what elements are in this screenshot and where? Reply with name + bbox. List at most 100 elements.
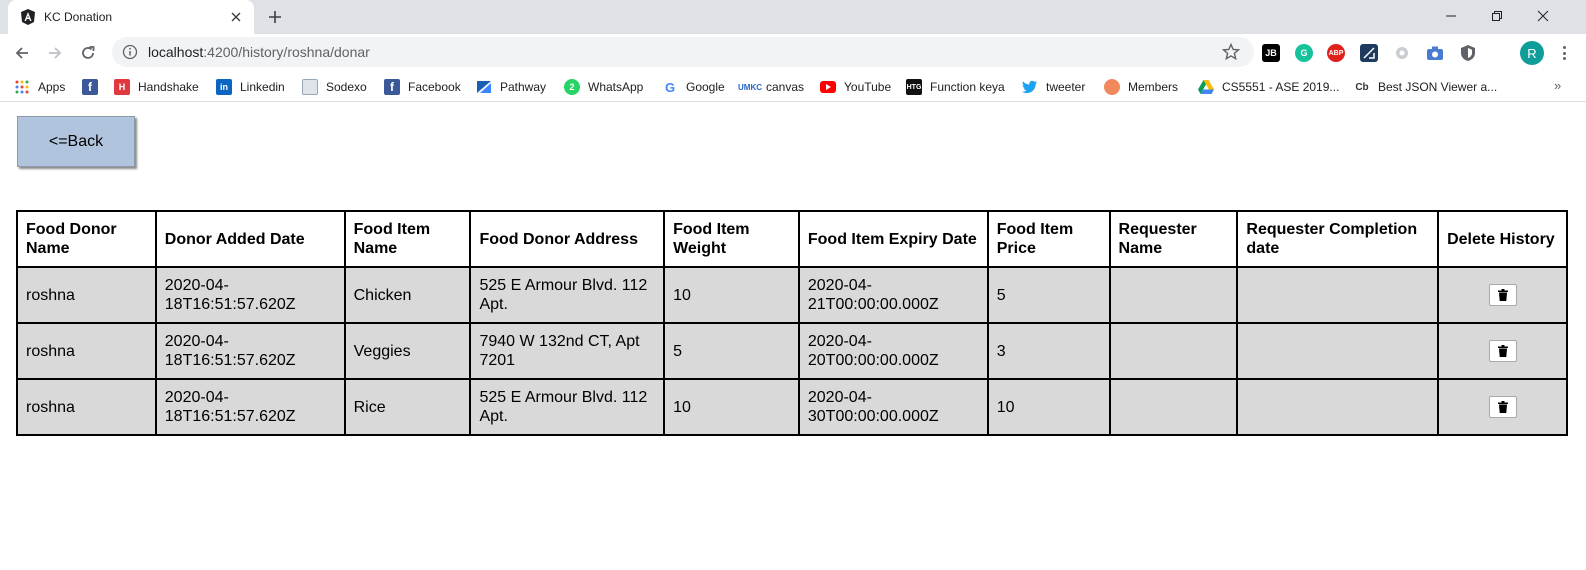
url-path: :4200/history/roshna/donar xyxy=(203,44,370,60)
bookmark-handshake[interactable]: H Handshake xyxy=(114,78,199,96)
cell-item-price: 5 xyxy=(986,266,1111,324)
umkc-icon: UMKC xyxy=(738,82,762,92)
bookmark-linkedin[interactable]: in Linkedin xyxy=(216,78,285,96)
back-button[interactable]: <=Back xyxy=(17,116,135,167)
reload-icon[interactable] xyxy=(78,43,98,63)
cell-requester-name xyxy=(1108,322,1239,380)
cell-item-name: Veggies xyxy=(343,322,472,380)
bookmark-label: WhatsApp xyxy=(588,80,644,94)
cell-item-weight: 5 xyxy=(663,322,800,380)
delete-history-button[interactable] xyxy=(1488,340,1517,362)
donation-history-table: Food Donor Name Donor Added Date Food It… xyxy=(16,210,1568,436)
bookmark-label: Linkedin xyxy=(240,80,285,94)
back-arrow-icon[interactable] xyxy=(12,43,32,63)
bookmark-label: Best JSON Viewer a... xyxy=(1378,80,1498,94)
delete-history-button[interactable] xyxy=(1488,396,1517,418)
address-bar[interactable]: localhost:4200/history/roshna/donar xyxy=(112,37,1254,67)
grammarly-extension-icon[interactable]: G xyxy=(1295,44,1313,62)
angular-logo-icon xyxy=(20,9,36,25)
facebook-icon: f xyxy=(384,79,400,95)
header-food-item-expiry-date: Food Item Expiry Date xyxy=(797,210,989,268)
forward-arrow-icon[interactable] xyxy=(45,43,65,63)
cell-donor-name: roshna xyxy=(16,322,157,380)
bookmark-label: Sodexo xyxy=(326,80,367,94)
header-delete-history: Delete History xyxy=(1437,210,1568,268)
cell-delete xyxy=(1437,378,1568,436)
minimize-icon[interactable] xyxy=(1428,0,1474,32)
bookmark-label: canvas xyxy=(766,80,805,94)
cell-requester-completion-date xyxy=(1236,266,1440,324)
adblock-plus-extension-icon[interactable]: ABP xyxy=(1327,44,1345,62)
google-drive-icon xyxy=(1198,79,1214,95)
cell-item-name: Rice xyxy=(343,378,472,436)
handshake-icon: H xyxy=(114,79,130,95)
cell-expiry-date: 2020-04-30T00:00:00.000Z xyxy=(797,378,989,436)
bookmark-label: Handshake xyxy=(138,80,199,94)
bookmark-facebook[interactable]: f Facebook xyxy=(384,78,461,96)
table-row: roshna 2020-04-18T16:51:57.620Z Veggies … xyxy=(16,322,1568,380)
cell-added-date: 2020-04-18T16:51:57.620Z xyxy=(154,378,346,436)
jetbrains-extension-icon[interactable]: JB xyxy=(1262,44,1280,62)
apps-grid-icon xyxy=(14,79,30,95)
bookmark-whatsapp[interactable]: 2 WhatsApp xyxy=(564,78,643,96)
restore-icon[interactable] xyxy=(1474,0,1520,32)
bookmark-cs5551[interactable]: CS5551 - ASE 2019... xyxy=(1198,78,1339,96)
document-icon xyxy=(302,79,318,95)
cell-requester-completion-date xyxy=(1236,378,1440,436)
bookmark-apps[interactable]: Apps xyxy=(14,78,65,96)
bookmark-label: Apps xyxy=(38,80,66,94)
cell-item-name: Chicken xyxy=(343,266,472,324)
trash-icon xyxy=(1497,345,1508,357)
bookmark-star-icon[interactable] xyxy=(1221,42,1241,61)
bookmark-json-viewer[interactable]: Cb Best JSON Viewer a... xyxy=(1354,78,1497,96)
header-donor-added-date: Donor Added Date xyxy=(154,210,346,268)
bookmarks-bar: Apps f H Handshake in Linkedin Sodexo f … xyxy=(0,72,1586,102)
cell-donor-name: roshna xyxy=(16,266,157,324)
bookmark-function-keya[interactable]: HTG Function keya xyxy=(906,78,1005,96)
trash-icon xyxy=(1497,401,1508,413)
cell-donor-address: 525 E Armour Blvd. 112 Apt. xyxy=(469,378,666,436)
bookmark-sodexo[interactable]: Sodexo xyxy=(302,78,367,96)
profile-avatar[interactable]: R xyxy=(1520,41,1544,65)
header-food-donor-name: Food Donor Name xyxy=(16,210,157,268)
screenshot-extension-icon[interactable] xyxy=(1360,44,1378,62)
bookmark-canvas[interactable]: UMKC canvas xyxy=(738,78,805,96)
htg-icon: HTG xyxy=(906,79,922,95)
new-tab-icon[interactable] xyxy=(266,8,284,26)
chevron-double-right-icon[interactable]: » xyxy=(1554,78,1561,93)
gear-extension-icon[interactable] xyxy=(1393,44,1411,62)
cell-donor-address: 525 E Armour Blvd. 112 Apt. xyxy=(469,266,666,324)
tab-strip: KC Donation xyxy=(0,0,1586,34)
bookmark-youtube[interactable]: YouTube xyxy=(820,78,891,96)
cell-added-date: 2020-04-18T16:51:57.620Z xyxy=(154,322,346,380)
delete-history-button[interactable] xyxy=(1488,284,1517,306)
browser-tab[interactable]: KC Donation xyxy=(8,0,254,34)
header-requester-name: Requester Name xyxy=(1108,210,1239,268)
close-tab-icon[interactable] xyxy=(228,9,244,25)
info-icon[interactable] xyxy=(122,44,138,60)
bookmark-pathway[interactable]: Pathway xyxy=(476,78,546,96)
cell-item-price: 10 xyxy=(986,378,1111,436)
close-window-icon[interactable] xyxy=(1520,0,1566,32)
browser-menu-icon[interactable] xyxy=(1556,43,1572,63)
cell-expiry-date: 2020-04-20T00:00:00.000Z xyxy=(797,322,989,380)
cell-item-weight: 10 xyxy=(663,378,800,436)
shield-extension-icon[interactable] xyxy=(1459,44,1477,62)
cell-expiry-date: 2020-04-21T00:00:00.000Z xyxy=(797,266,989,324)
bookmark-google[interactable]: G Google xyxy=(662,78,725,96)
bookmark-members[interactable]: Members xyxy=(1104,78,1178,96)
bookmark-label: Facebook xyxy=(408,80,461,94)
trash-icon xyxy=(1497,289,1508,301)
bookmark-label: Members xyxy=(1128,80,1179,94)
facebook-icon: f xyxy=(82,79,98,95)
cell-item-weight: 10 xyxy=(663,266,800,324)
browser-toolbar: localhost:4200/history/roshna/donar JB G… xyxy=(0,34,1586,72)
linkedin-icon: in xyxy=(216,79,232,95)
cell-delete xyxy=(1437,266,1568,324)
camera-extension-icon[interactable] xyxy=(1426,44,1444,62)
bookmark-tweeter[interactable]: tweeter xyxy=(1022,78,1085,96)
cell-item-price: 3 xyxy=(986,322,1111,380)
tab-title: KC Donation xyxy=(44,10,113,24)
bookmark-facebook-icon-only[interactable]: f xyxy=(82,78,106,96)
cell-delete xyxy=(1437,322,1568,380)
